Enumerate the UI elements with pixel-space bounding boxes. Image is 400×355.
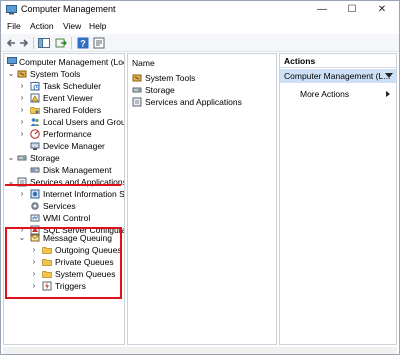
column-header-name[interactable]: Name: [132, 58, 155, 68]
actions-group-computer-management[interactable]: Computer Management (L...: [280, 69, 396, 83]
tree-label: Performance: [43, 129, 92, 139]
computer-management-icon: [6, 5, 17, 15]
annotation-highlight-box: [5, 227, 122, 299]
menu-view[interactable]: View: [63, 21, 81, 31]
actions-header: Actions: [280, 54, 396, 68]
tree-item-local-users-groups[interactable]: › Local Users and Groups: [4, 116, 124, 128]
chevron-right-icon[interactable]: ›: [18, 189, 26, 199]
tree-label: Task Scheduler: [43, 81, 102, 91]
back-icon[interactable]: [5, 37, 17, 49]
list-item-label: System Tools: [145, 73, 196, 83]
system-tools-icon: [132, 74, 142, 82]
system-tools-icon: [17, 70, 27, 78]
chevron-right-icon[interactable]: ›: [18, 93, 26, 103]
forward-icon[interactable]: [18, 37, 30, 49]
tree-item-storage[interactable]: ⌄ Storage: [4, 152, 124, 164]
tree-label: Shared Folders: [43, 105, 102, 115]
tree-item-root[interactable]: Computer Management (Local: [4, 56, 124, 68]
maximize-button[interactable]: ☐: [337, 1, 367, 19]
tree-item-shared-folders[interactable]: › Shared Folders: [4, 104, 124, 116]
storage-icon: [132, 87, 142, 93]
console-tree-icon[interactable]: [38, 37, 50, 49]
tree-label: Event Viewer: [43, 93, 93, 103]
users-icon: [30, 118, 40, 126]
event-viewer-icon: [30, 93, 40, 103]
tree-item-performance[interactable]: › Performance: [4, 128, 124, 140]
caret-up-icon[interactable]: [385, 73, 393, 78]
wmi-control-icon: [30, 214, 40, 222]
close-button[interactable]: ✕: [367, 1, 397, 19]
chevron-right-icon[interactable]: ›: [18, 129, 26, 139]
svg-text:?: ?: [80, 39, 86, 49]
window-title: Computer Management: [21, 4, 116, 14]
performance-icon: [30, 129, 40, 139]
menu-bar: File Action View Help: [1, 19, 399, 33]
tree-item-disk-management[interactable]: Disk Management: [4, 164, 124, 176]
computer-management-window: Computer Management — ☐ ✕ File Action Vi…: [0, 0, 400, 355]
list-item-label: Storage: [145, 85, 175, 95]
device-manager-icon: [30, 142, 40, 150]
tree-item-device-manager[interactable]: Device Manager: [4, 140, 124, 152]
computer-management-icon: [7, 57, 17, 66]
tree-label: Computer Management (Local: [19, 57, 125, 67]
chevron-right-icon: [386, 91, 390, 97]
tree-item-services-applications[interactable]: ⌄ Services and Applications: [4, 176, 124, 188]
chevron-right-icon[interactable]: ›: [18, 105, 26, 115]
results-pane: Name System Tools Storage Services and A…: [127, 53, 277, 345]
more-actions-link[interactable]: More Actions: [300, 89, 349, 99]
storage-icon: [17, 155, 27, 161]
tree-item-event-viewer[interactable]: › Event Viewer: [4, 92, 124, 104]
title-bar: Computer Management — ☐ ✕: [1, 1, 399, 19]
export-list-icon[interactable]: [55, 37, 67, 49]
disk-management-icon: [30, 167, 40, 173]
tree-label: Services: [43, 201, 76, 211]
tree-label: Disk Management: [43, 165, 112, 175]
menu-help[interactable]: Help: [89, 21, 106, 31]
services-applications-icon: [132, 97, 142, 107]
status-bar: [3, 347, 397, 354]
tree-label: Device Manager: [43, 141, 105, 151]
console-tree-pane: Computer Management (Local ⌄ System Tool…: [3, 53, 125, 345]
tree-item-task-scheduler[interactable]: › Task Scheduler: [4, 80, 124, 92]
tree-item-iis[interactable]: › Internet Information Ser: [4, 188, 124, 200]
tree-item-services[interactable]: Services: [4, 200, 124, 212]
chevron-down-icon[interactable]: ⌄: [7, 153, 15, 163]
actions-group-label: Computer Management (L...: [284, 71, 391, 81]
tree-item-wmi-control[interactable]: WMI Control: [4, 212, 124, 224]
menu-action[interactable]: Action: [30, 21, 54, 31]
minimize-button[interactable]: —: [307, 1, 337, 19]
list-item-label: Services and Applications: [145, 97, 242, 107]
chevron-right-icon[interactable]: ›: [18, 81, 26, 91]
task-scheduler-icon: [30, 82, 40, 91]
tree-label: WMI Control: [43, 213, 91, 223]
tree-label: Local Users and Groups: [43, 117, 124, 127]
chevron-right-icon[interactable]: ›: [18, 117, 26, 127]
toolbar: ?: [1, 34, 399, 52]
tree-item-system-tools[interactable]: ⌄ System Tools: [4, 68, 124, 80]
actions-pane: Actions Computer Management (L... More A…: [279, 53, 397, 345]
tree-label: System Tools: [30, 69, 81, 79]
annotation-underline: [5, 184, 121, 186]
menu-file[interactable]: File: [7, 21, 21, 31]
chevron-down-icon[interactable]: ⌄: [7, 69, 15, 79]
iis-icon: [30, 189, 40, 199]
services-gear-icon: [31, 202, 39, 210]
properties-icon[interactable]: [93, 37, 105, 49]
toolbar-separator: [33, 37, 34, 49]
help-icon[interactable]: ?: [77, 37, 89, 49]
tree-label: Storage: [30, 153, 60, 163]
shared-folder-icon: [30, 107, 40, 114]
toolbar-separator: [71, 37, 72, 49]
tree-label: Internet Information Ser: [43, 189, 125, 199]
